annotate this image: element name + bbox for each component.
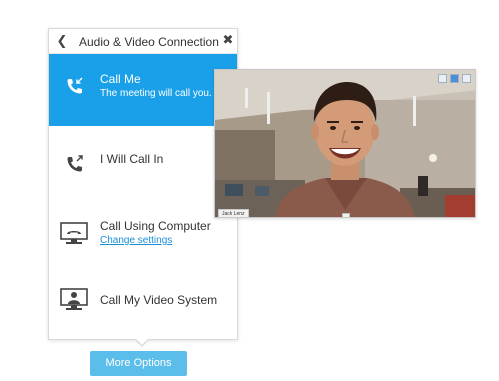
participant-name-tag: Jack Lenz bbox=[218, 209, 249, 217]
option-label: Call Using Computer bbox=[100, 219, 211, 233]
option-call-computer[interactable]: Call Using Computer Change settings bbox=[49, 206, 237, 278]
video-window: Jack Lenz bbox=[214, 69, 476, 218]
option-video-system[interactable]: Call My Video System bbox=[49, 278, 237, 340]
chevron-left-icon[interactable]: ❮ bbox=[55, 34, 69, 48]
audio-video-panel: ❮ Audio & Video Connection ✖ Call Me The… bbox=[48, 28, 238, 340]
expand-icon[interactable] bbox=[462, 74, 471, 83]
option-sublabel: The meeting will call you. bbox=[100, 88, 212, 99]
panel-title: Audio & Video Connection bbox=[79, 35, 219, 49]
video-menu-button[interactable] bbox=[342, 213, 350, 217]
more-options-button[interactable]: More Options bbox=[90, 351, 187, 376]
computer-phone-icon bbox=[60, 222, 88, 244]
phone-incoming-icon bbox=[67, 77, 83, 94]
video-system-icon bbox=[60, 288, 88, 310]
option-label: Call My Video System bbox=[100, 293, 218, 307]
panel-header: ❮ Audio & Video Connection ✖ bbox=[49, 29, 237, 54]
option-call-in[interactable]: I Will Call In bbox=[49, 126, 237, 206]
change-settings-link[interactable]: Change settings bbox=[100, 235, 172, 246]
participant-video bbox=[215, 70, 475, 217]
close-icon[interactable]: ✖ bbox=[221, 33, 235, 47]
option-label: I Will Call In bbox=[100, 152, 164, 166]
option-call-me[interactable]: Call Me The meeting will call you. bbox=[49, 54, 237, 126]
phone-outgoing-icon bbox=[67, 155, 83, 172]
grid-icon[interactable] bbox=[450, 74, 459, 83]
option-label: Call Me bbox=[100, 72, 141, 86]
layout-icon[interactable] bbox=[438, 74, 447, 83]
panel-pointer-inner bbox=[135, 338, 149, 345]
